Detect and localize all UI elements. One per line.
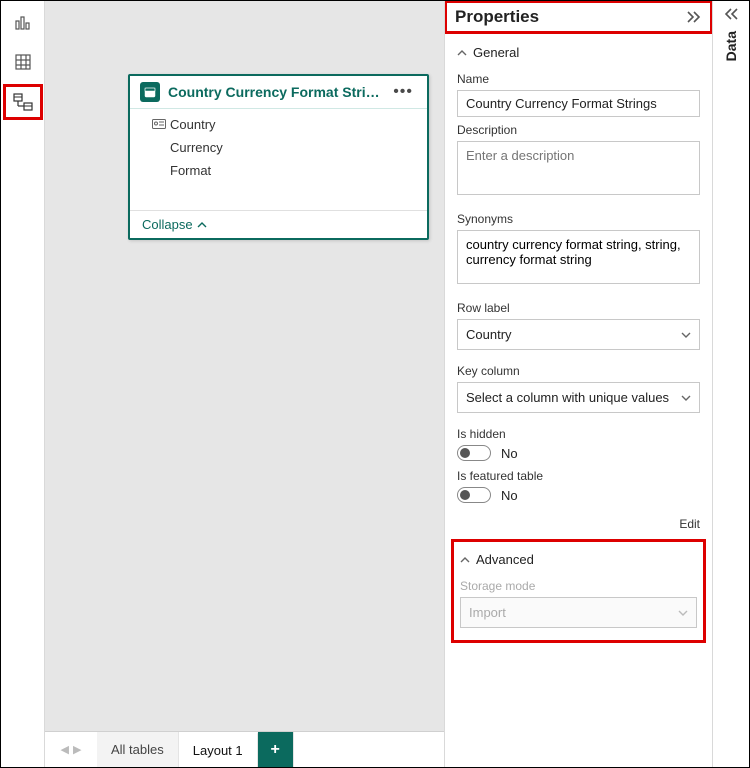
chevron-up-icon <box>197 221 207 229</box>
section-advanced: Advanced Storage mode Import <box>451 539 706 643</box>
field-label: Currency <box>170 140 223 155</box>
properties-panel: Properties General Name Description Syno… <box>445 1 713 767</box>
field-label: Country <box>170 117 216 132</box>
storage-mode-label: Storage mode <box>460 579 697 593</box>
section-header-general[interactable]: General <box>457 39 700 66</box>
chevron-up-icon <box>457 49 467 57</box>
synonyms-input[interactable] <box>457 230 700 284</box>
synonyms-label: Synonyms <box>457 212 700 226</box>
chevron-double-right-icon <box>686 10 702 24</box>
chevron-down-icon <box>678 609 688 617</box>
toggle-state: No <box>501 488 518 503</box>
data-pane-label[interactable]: Data <box>723 31 739 61</box>
name-label: Name <box>457 72 700 86</box>
tab-label: All tables <box>111 742 164 757</box>
layout-nav-arrows[interactable]: ◀▶ <box>45 732 97 767</box>
key-column-dropdown[interactable]: Select a column with unique values <box>457 382 700 413</box>
model-view-button[interactable] <box>6 87 40 117</box>
edit-link[interactable]: Edit <box>445 515 712 539</box>
is-featured-toggle[interactable] <box>457 487 491 503</box>
field-label: Format <box>170 163 211 178</box>
chevron-down-icon <box>681 394 691 402</box>
data-view-button[interactable] <box>6 47 40 77</box>
chevron-right-icon: ▶ <box>73 743 81 756</box>
model-icon <box>13 93 33 111</box>
tab-layout-1[interactable]: Layout 1 <box>179 732 258 767</box>
model-canvas-wrap: Country Currency Format Strings ••• Coun… <box>45 1 445 767</box>
key-column-label: Key column <box>457 364 700 378</box>
chevron-double-left-icon <box>723 7 739 21</box>
plus-icon: + <box>270 741 279 759</box>
dropdown-value: Select a column with unique values <box>466 390 669 405</box>
chevron-left-icon: ◀ <box>61 743 69 756</box>
panel-title: Properties <box>455 7 539 27</box>
dropdown-value: Country <box>466 327 512 342</box>
description-label: Description <box>457 123 700 137</box>
collapse-label: Collapse <box>142 217 193 232</box>
bar-chart-icon <box>14 13 32 31</box>
is-hidden-label: Is hidden <box>457 427 700 441</box>
properties-header: Properties <box>445 1 712 33</box>
table-field-row[interactable]: Format <box>130 159 427 182</box>
collapse-panel-button[interactable] <box>686 10 702 24</box>
chevron-down-icon <box>681 331 691 339</box>
tab-all-tables[interactable]: All tables <box>97 732 179 767</box>
section-title: Advanced <box>476 552 534 567</box>
toggle-state: No <box>501 446 518 461</box>
name-input[interactable] <box>457 90 700 117</box>
row-label-dropdown[interactable]: Country <box>457 319 700 350</box>
id-card-icon <box>148 119 170 131</box>
section-title: General <box>473 45 519 60</box>
is-featured-label: Is featured table <box>457 469 700 483</box>
chevron-up-icon <box>460 556 470 564</box>
tab-label: Layout 1 <box>193 743 243 758</box>
dropdown-value: Import <box>469 605 506 620</box>
table-field-row[interactable]: Currency <box>130 136 427 159</box>
table-card-fields: Country Currency Format <box>130 109 427 210</box>
table-card-header[interactable]: Country Currency Format Strings ••• <box>130 76 427 109</box>
model-canvas[interactable]: Country Currency Format Strings ••• Coun… <box>45 1 444 731</box>
storage-mode-dropdown: Import <box>460 597 697 628</box>
app-root: Country Currency Format Strings ••• Coun… <box>0 0 750 768</box>
table-card[interactable]: Country Currency Format Strings ••• Coun… <box>128 74 429 240</box>
expand-data-button[interactable] <box>723 7 739 21</box>
report-view-button[interactable] <box>6 7 40 37</box>
view-rail <box>1 1 45 767</box>
add-layout-button[interactable]: + <box>258 732 294 767</box>
table-card-more-button[interactable]: ••• <box>389 83 417 101</box>
layout-tab-bar: ◀▶ All tables Layout 1 + <box>45 731 444 767</box>
table-field-row[interactable]: Country <box>130 113 427 136</box>
table-card-collapse-button[interactable]: Collapse <box>130 210 427 238</box>
section-general: General Name Description Synonyms Row la… <box>445 33 712 515</box>
data-pane-collapsed: Data <box>713 1 749 767</box>
calendar-table-icon <box>140 82 160 102</box>
table-card-title: Country Currency Format Strings <box>168 84 381 100</box>
is-hidden-toggle[interactable] <box>457 445 491 461</box>
row-label-label: Row label <box>457 301 700 315</box>
section-header-advanced[interactable]: Advanced <box>460 546 697 573</box>
table-grid-icon <box>14 53 32 71</box>
description-input[interactable] <box>457 141 700 195</box>
